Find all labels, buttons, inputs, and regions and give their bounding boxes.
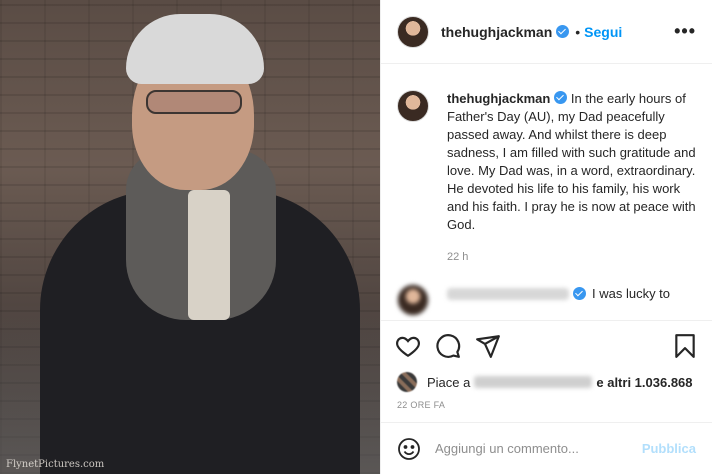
bookmark-icon[interactable] — [672, 333, 698, 359]
likes-summary[interactable]: Piace a e altri 1.036.868 — [381, 370, 712, 394]
comments-section[interactable]: thehughjackman In the early hours of Fat… — [381, 64, 712, 320]
blurred-liker-name[interactable] — [474, 376, 593, 388]
post-timestamp[interactable]: 22 ORE FA — [381, 394, 712, 420]
heart-icon[interactable] — [395, 333, 421, 359]
caption-time[interactable]: 22 h — [447, 248, 696, 266]
post-photo[interactable]: FlynetPictures.com — [0, 0, 380, 474]
white-shirt — [188, 190, 230, 320]
comment-icon[interactable] — [435, 333, 461, 359]
caption-verified-badge-icon — [554, 91, 568, 104]
comment-input[interactable] — [435, 441, 642, 456]
author-avatar[interactable] — [397, 15, 429, 48]
caption-text: In the early hours of Father's Day (AU),… — [447, 91, 696, 232]
caption: thehughjackman In the early hours of Fat… — [397, 90, 696, 266]
action-bar — [381, 320, 712, 370]
photo-watermark: FlynetPictures.com — [6, 459, 105, 470]
share-icon[interactable] — [475, 333, 501, 359]
emoji-icon[interactable] — [397, 437, 421, 461]
publish-button[interactable]: Pubblica — [642, 441, 696, 456]
follow-button[interactable]: Segui — [584, 24, 622, 40]
add-comment-bar: Pubblica — [381, 422, 712, 474]
author-username[interactable]: thehughjackman — [441, 24, 552, 40]
commenter-verified-badge-icon — [573, 287, 586, 300]
blurred-commenter-name — [447, 288, 569, 300]
commenter-avatar[interactable] — [397, 284, 429, 316]
separator-dot: • — [575, 23, 581, 40]
likes-prefix: Piace a — [427, 374, 471, 390]
more-options-icon[interactable]: ••• — [674, 21, 696, 42]
likes-count[interactable]: e altri 1.036.868 — [596, 375, 692, 390]
comment-item: I was lucky to — [397, 284, 696, 316]
post-detail-panel: thehughjackman • Segui ••• thehughjackma… — [380, 0, 712, 474]
caption-author-avatar[interactable] — [397, 90, 429, 122]
verified-badge-icon — [556, 25, 570, 38]
tinted-glasses — [146, 90, 242, 114]
post-header: thehughjackman • Segui ••• — [381, 0, 712, 64]
comment-text: I was lucky to — [592, 286, 671, 301]
caption-username[interactable]: thehughjackman — [447, 91, 550, 106]
caption-body: thehughjackman In the early hours of Fat… — [447, 90, 696, 266]
liker-avatar[interactable] — [397, 372, 417, 392]
